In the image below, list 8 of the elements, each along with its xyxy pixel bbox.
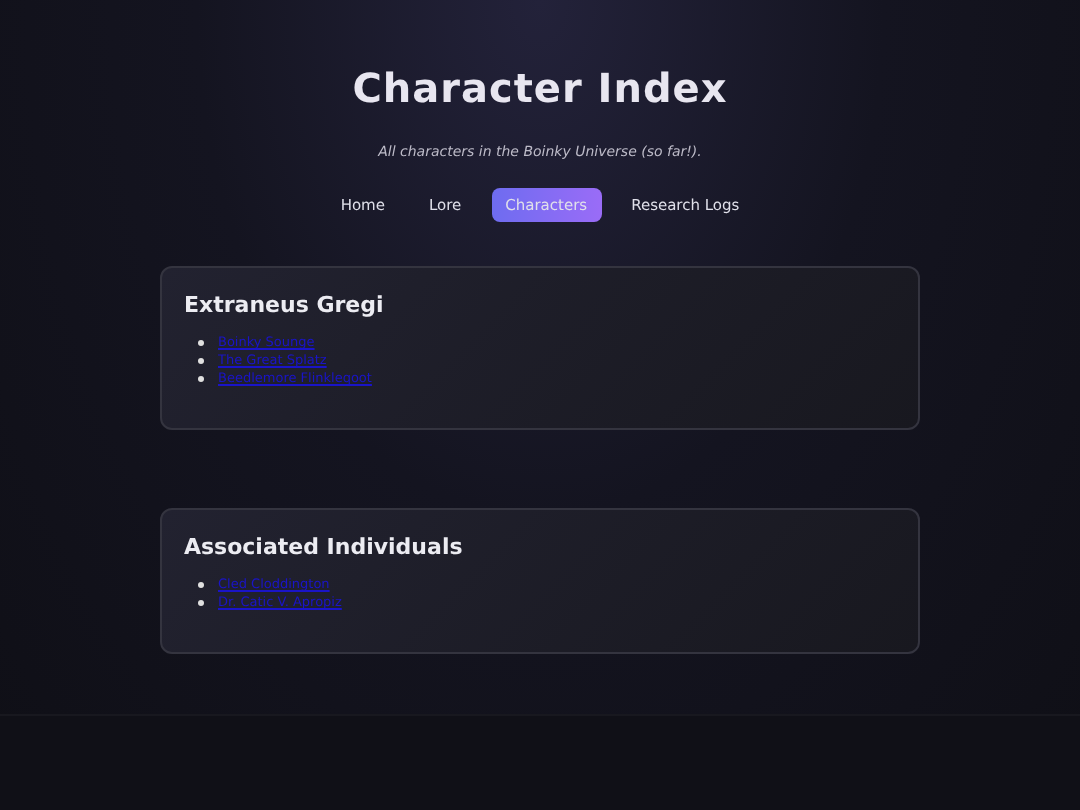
section-title: Extraneus Gregi	[184, 292, 386, 318]
bullet-icon	[198, 376, 204, 382]
section-title: Associated Individuals	[184, 534, 465, 560]
page-title: Character Index	[352, 64, 728, 112]
bullet-icon	[198, 358, 204, 364]
bullet-icon	[198, 600, 204, 606]
bullet-icon	[198, 582, 204, 588]
bullet-icon	[198, 340, 204, 346]
